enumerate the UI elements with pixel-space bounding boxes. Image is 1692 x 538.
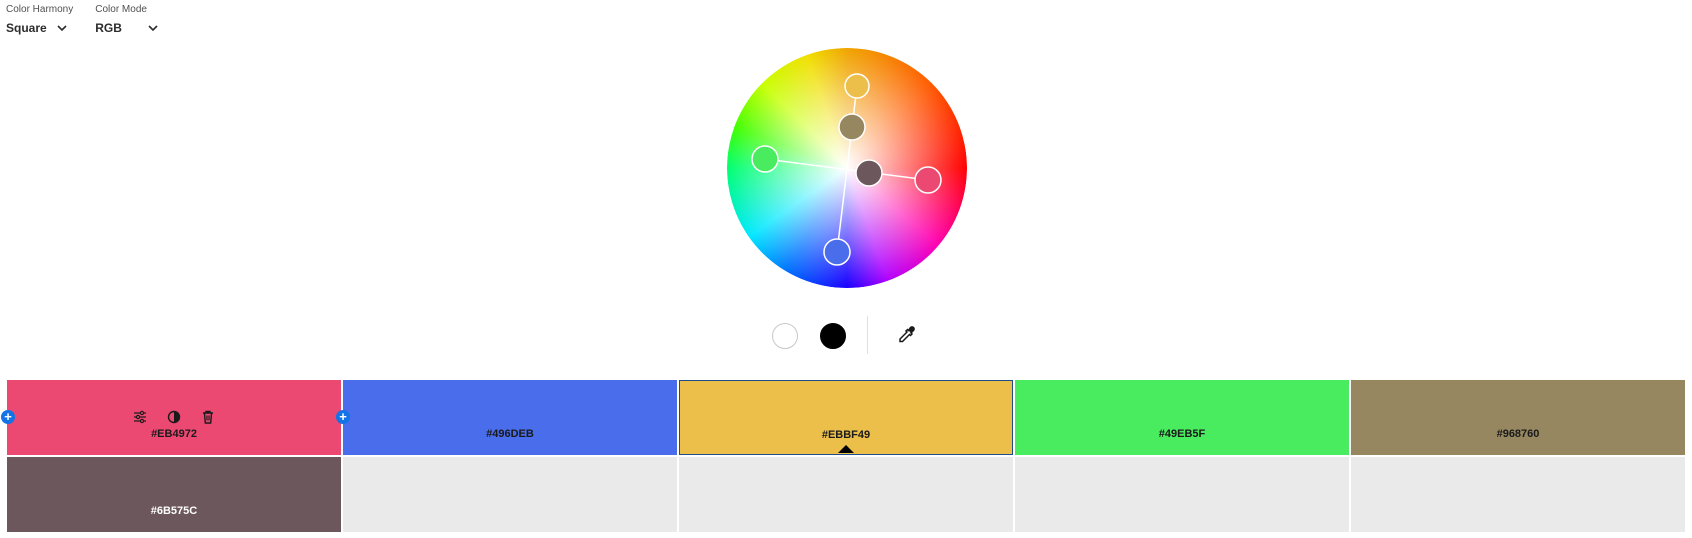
contrast-icon[interactable]	[166, 409, 182, 425]
harmony-controls: Color Harmony Square Color Mode RGB	[6, 4, 158, 35]
palette-swatch[interactable]: #6B575C	[7, 457, 341, 532]
black-swatch-button[interactable]	[820, 323, 846, 349]
empty-swatch-slot[interactable]	[343, 457, 677, 532]
palette-swatch[interactable]: #968760	[1351, 380, 1685, 455]
palette-swatch[interactable]: #496DEB	[343, 380, 677, 455]
color-wheel[interactable]	[727, 48, 967, 288]
color-harmony-label: Color Harmony	[6, 4, 74, 15]
palette-swatch[interactable]: #49EB5F	[1015, 380, 1349, 455]
divider	[867, 316, 868, 354]
empty-swatch-slot[interactable]	[1351, 457, 1685, 532]
wheel-tools	[770, 316, 920, 354]
color-mode-dropdown[interactable]: RGB	[95, 21, 158, 35]
wheel-handle-blue[interactable]	[823, 238, 851, 266]
color-harmony-dropdown[interactable]: Square	[6, 21, 73, 35]
chevron-down-icon	[148, 25, 158, 32]
swatch-tools	[7, 409, 341, 425]
color-mode-control: Color Mode RGB	[95, 4, 158, 35]
plus-icon[interactable]: +	[1, 410, 15, 424]
wheel-handle-pink[interactable]	[914, 166, 942, 194]
color-harmony-value: Square	[6, 21, 47, 35]
swatch-hex: #968760	[1496, 428, 1540, 440]
palette-swatch[interactable]: #EB4972	[7, 380, 341, 455]
swatch-hex: #EB4972	[151, 428, 197, 440]
palette-row: #EB4972 #496DEB #EBBF49 #49EB5F #968760	[7, 380, 1687, 455]
palette-grid: #EB4972 #496DEB #EBBF49 #49EB5F #968760 …	[7, 380, 1687, 534]
plus-icon[interactable]: +	[336, 410, 350, 424]
sliders-icon[interactable]	[132, 409, 148, 425]
empty-swatch-slot[interactable]	[1015, 457, 1349, 532]
palette-row: #6B575C	[7, 457, 1687, 532]
swatch-hex: #49EB5F	[1158, 428, 1206, 440]
wheel-handle-taupe[interactable]	[855, 159, 883, 187]
trash-icon[interactable]	[200, 409, 216, 425]
eyedropper-icon[interactable]	[896, 325, 916, 345]
wheel-handle-yellow[interactable]	[844, 73, 870, 99]
color-mode-value: RGB	[95, 21, 122, 35]
wheel-handle-khaki[interactable]	[838, 113, 866, 141]
swatch-hex: #6B575C	[150, 505, 198, 517]
palette-swatch-active[interactable]: #EBBF49	[679, 380, 1013, 455]
wheel-handle-green[interactable]	[751, 145, 779, 173]
chevron-down-icon	[57, 25, 67, 32]
active-indicator-icon	[838, 445, 854, 453]
swatch-hex: #496DEB	[486, 428, 534, 440]
empty-swatch-slot[interactable]	[679, 457, 1013, 532]
color-harmony-control: Color Harmony Square	[6, 4, 73, 35]
color-mode-label: Color Mode	[95, 4, 147, 15]
white-swatch-button[interactable]	[772, 323, 798, 349]
swatch-hex: #EBBF49	[821, 429, 871, 441]
